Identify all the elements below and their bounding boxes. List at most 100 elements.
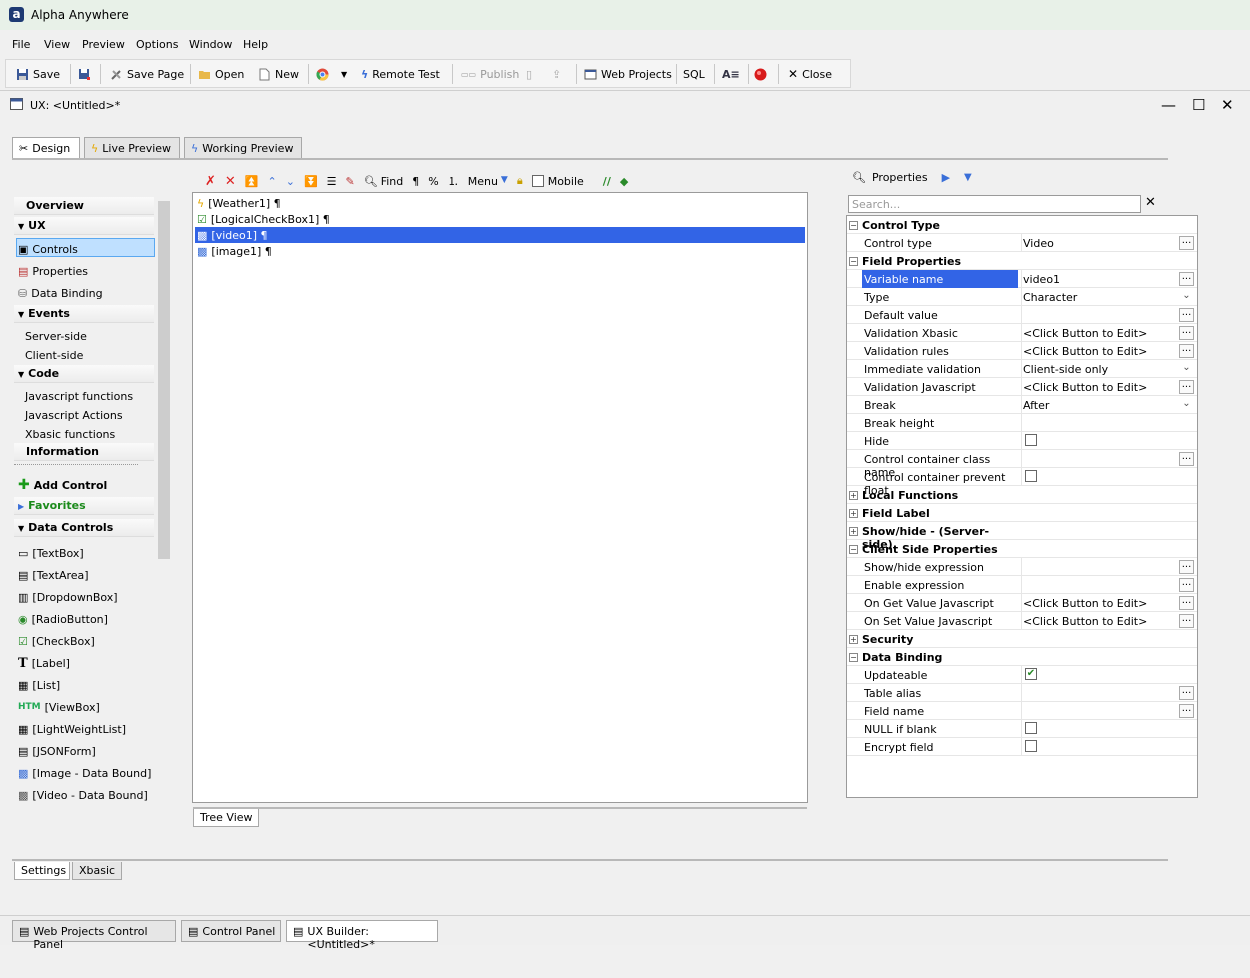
- maximize-icon[interactable]: ☐: [1192, 96, 1205, 114]
- property-category[interactable]: − Client Side Properties: [847, 540, 1197, 558]
- collapse-icon[interactable]: −: [849, 653, 858, 662]
- upload-button[interactable]: ⇪: [552, 66, 561, 82]
- ellipsis-button[interactable]: ...: [1179, 596, 1194, 610]
- checkbox-checked-icon[interactable]: ✔: [1025, 668, 1037, 680]
- add-control-button[interactable]: ✚ Add Control: [18, 475, 107, 493]
- collapse-icon[interactable]: −: [849, 257, 858, 266]
- tree-row-video[interactable]: ▩ [video1] ¶: [195, 227, 805, 243]
- tree-row-weather[interactable]: ϟ [Weather1] ¶: [195, 195, 805, 211]
- tab-live-preview[interactable]: ϟ Live Preview: [84, 137, 180, 159]
- collapse-icon[interactable]: −: [849, 221, 858, 230]
- property-category[interactable]: + Local Functions: [847, 486, 1197, 504]
- property-value[interactable]: Client-side only: [1023, 363, 1108, 376]
- open-button[interactable]: Open: [198, 66, 244, 82]
- numbered-list-icon[interactable]: ⒈: [448, 173, 459, 189]
- property-row[interactable]: Validation Xbasic <Click Button to Edit>.…: [847, 324, 1197, 342]
- theme-icon[interactable]: //: [603, 175, 611, 188]
- control-label[interactable]: T [Label]: [18, 653, 70, 671]
- property-value[interactable]: <Click Button to Edit>: [1023, 345, 1147, 358]
- property-row[interactable]: Default value...: [847, 306, 1197, 324]
- property-category[interactable]: − Data Binding: [847, 648, 1197, 666]
- menu-file[interactable]: File: [12, 38, 30, 51]
- mobile-checkbox[interactable]: Mobile: [531, 175, 584, 188]
- expand-icon[interactable]: +: [849, 527, 858, 536]
- checkbox-empty-icon[interactable]: [1025, 740, 1037, 752]
- ellipsis-button[interactable]: ...: [1179, 560, 1194, 574]
- delete-all-icon[interactable]: ✗: [205, 174, 216, 189]
- property-row[interactable]: Control container prevent float: [847, 468, 1197, 497]
- menu-view[interactable]: View: [44, 38, 70, 51]
- control-video-data-bound[interactable]: ▩ [Video - Data Bound]: [18, 785, 148, 803]
- property-value[interactable]: <Click Button to Edit>: [1023, 327, 1147, 340]
- property-value[interactable]: <Click Button to Edit>: [1023, 615, 1147, 628]
- stop-button[interactable]: [754, 66, 767, 82]
- ellipsis-button[interactable]: ...: [1179, 344, 1194, 358]
- ellipsis-button[interactable]: ...: [1179, 704, 1194, 718]
- tab-tree-view[interactable]: Tree View: [193, 809, 259, 827]
- structure-icon[interactable]: ☰: [327, 175, 337, 188]
- expand-icon[interactable]: +: [849, 509, 858, 518]
- tab-working-preview[interactable]: ϟ Working Preview: [184, 137, 302, 159]
- property-category[interactable]: − Control Type: [847, 216, 1197, 234]
- checkbox-empty-icon[interactable]: [1025, 470, 1037, 482]
- menu-window[interactable]: Window: [189, 38, 232, 51]
- nav-information[interactable]: Information: [14, 443, 154, 461]
- new-button[interactable]: New: [258, 66, 299, 82]
- ellipsis-button[interactable]: ...: [1179, 236, 1194, 250]
- property-row[interactable]: Table alias...: [847, 684, 1197, 702]
- property-value[interactable]: <Click Button to Edit>: [1023, 381, 1147, 394]
- property-value[interactable]: Video: [1023, 237, 1054, 250]
- save-all-button[interactable]: [78, 66, 91, 82]
- find-button[interactable]: 🔍︎ Find: [364, 175, 404, 188]
- ellipsis-button[interactable]: ...: [1179, 272, 1194, 286]
- publish-button[interactable]: ▭▭ Publish: [461, 66, 519, 82]
- chevron-down-icon[interactable]: ⌄: [1179, 398, 1194, 412]
- property-row[interactable]: Break height: [847, 414, 1197, 432]
- property-value[interactable]: Character: [1023, 291, 1077, 304]
- nav-server-side[interactable]: Server-side: [25, 326, 87, 344]
- property-row[interactable]: Validation Javascript <Click Button to Ed…: [847, 378, 1197, 396]
- control-dropdownbox[interactable]: ▥ [DropdownBox]: [18, 587, 118, 605]
- save-page-button[interactable]: Save Page: [110, 66, 184, 82]
- remote-test-button[interactable]: ϟ Remote Test: [361, 66, 440, 82]
- ellipsis-button[interactable]: ...: [1179, 686, 1194, 700]
- control-lightweightlist[interactable]: ▦ [LightWeightList]: [18, 719, 126, 737]
- menu-help[interactable]: Help: [243, 38, 268, 51]
- property-category[interactable]: + Field Label: [847, 504, 1197, 522]
- close-window-icon[interactable]: ✕: [1221, 96, 1234, 114]
- tab-xbasic[interactable]: Xbasic: [72, 862, 122, 880]
- layers-icon[interactable]: ◆: [620, 175, 628, 188]
- nav-js-functions[interactable]: Javascript functions: [25, 386, 133, 404]
- browser-preview-button[interactable]: ▼: [316, 66, 347, 82]
- nav-client-side[interactable]: Client-side: [25, 345, 83, 363]
- property-row[interactable]: Updateable ✔: [847, 666, 1197, 684]
- nav-js-actions[interactable]: Javascript Actions: [25, 405, 123, 423]
- lock-icon[interactable]: 🔒︎: [517, 174, 523, 188]
- property-row[interactable]: Enable expression...: [847, 576, 1197, 594]
- property-row[interactable]: NULL if blank: [847, 720, 1197, 738]
- nav-overview[interactable]: Overview: [14, 197, 154, 215]
- property-value[interactable]: video1: [1023, 273, 1060, 286]
- nav-favorites[interactable]: ▶ Favorites: [14, 497, 154, 515]
- property-row[interactable]: Field name...: [847, 702, 1197, 720]
- property-row[interactable]: Encrypt field: [847, 738, 1197, 756]
- property-row[interactable]: Control container class name...: [847, 450, 1197, 479]
- nav-data-binding[interactable]: ⛁ Data Binding: [18, 283, 103, 301]
- web-projects-button[interactable]: Web Projects: [584, 66, 672, 82]
- control-textarea[interactable]: ▤ [TextArea]: [18, 565, 89, 583]
- nav-xbasic-functions[interactable]: Xbasic functions: [25, 424, 115, 442]
- nav-events[interactable]: ▼ Events: [14, 305, 154, 323]
- property-row[interactable]: On Set Value Javascript <Click Button to …: [847, 612, 1197, 630]
- property-category[interactable]: − Field Properties: [847, 252, 1197, 270]
- ellipsis-button[interactable]: ...: [1179, 326, 1194, 340]
- property-category[interactable]: + Show/hide - (Server-side): [847, 522, 1197, 551]
- text-format-button[interactable]: A≡: [722, 66, 740, 82]
- control-jsonform[interactable]: ▤ [JSONForm]: [18, 741, 96, 759]
- menu-button[interactable]: Menu ▼: [468, 175, 508, 188]
- nav-ux[interactable]: ▼ UX: [14, 217, 154, 235]
- property-value[interactable]: <Click Button to Edit>: [1023, 597, 1147, 610]
- minimize-icon[interactable]: —: [1161, 96, 1176, 114]
- sql-button[interactable]: SQL: [683, 66, 705, 82]
- pilcrow-button[interactable]: ¶: [412, 175, 419, 188]
- expand-icon[interactable]: +: [849, 491, 858, 500]
